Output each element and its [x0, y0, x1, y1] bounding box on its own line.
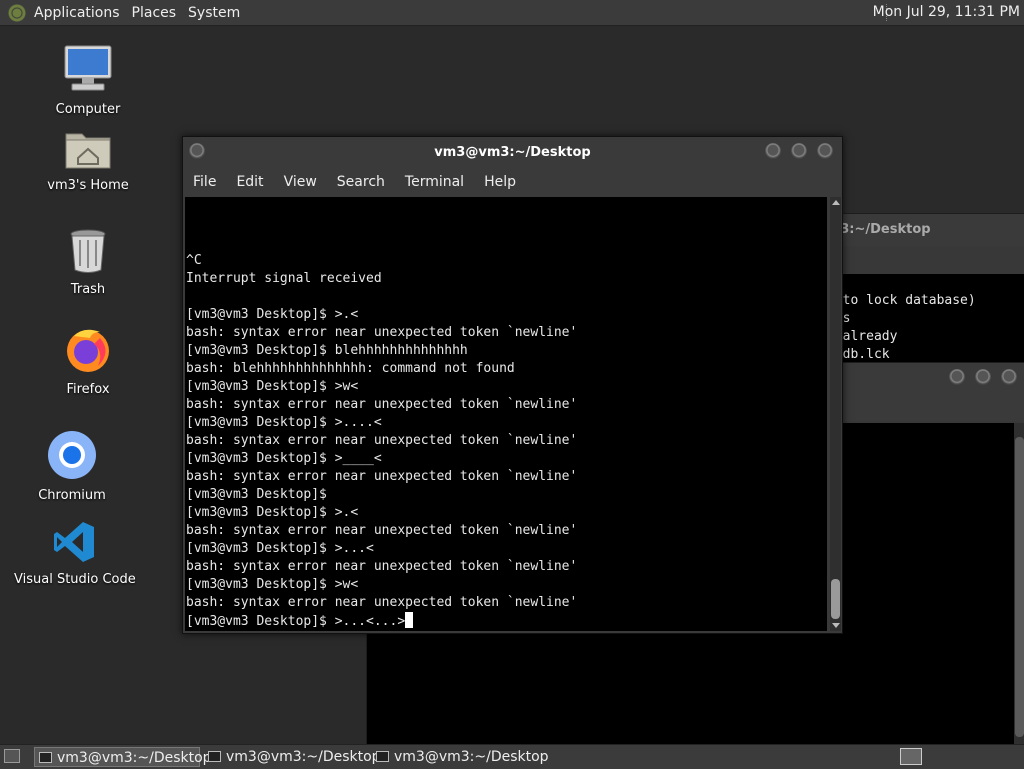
terminal-line: bash: syntax error near unexpected token…: [186, 397, 578, 412]
desktop-icon-label: Trash: [70, 282, 106, 297]
desktop-icon-vscode[interactable]: Visual Studio Code: [14, 520, 136, 587]
terminal-area[interactable]: ^C Interrupt signal received [vm3@vm3 De…: [185, 197, 827, 631]
window-title: vm3@vm3:~/Desktop: [434, 145, 591, 160]
terminal-line: e to lock database): [827, 293, 976, 308]
taskbar-item-label: vm3@vm3:~/Desktop: [226, 749, 381, 765]
show-desktop-icon[interactable]: [4, 749, 20, 763]
terminal-text: ^C Interrupt signal received [vm3@vm3 De…: [186, 252, 577, 631]
scroll-thumb[interactable]: [831, 579, 840, 619]
terminal-line: bash: syntax error near unexpected token…: [186, 523, 578, 538]
taskbar-item-label: vm3@vm3:~/Desktop: [57, 750, 212, 766]
menu-search[interactable]: Search: [327, 171, 395, 193]
maximize-button[interactable]: [975, 369, 991, 385]
terminal-line: bash: syntax error near unexpected token…: [186, 559, 578, 574]
menu-system[interactable]: System: [182, 5, 246, 21]
taskbar-item[interactable]: vm3@vm3:~/Desktop: [204, 747, 381, 767]
desktop-icon-label: Chromium: [38, 488, 106, 503]
desktop-icon-label: Visual Studio Code: [14, 572, 136, 587]
terminal-line: Interrupt signal received: [186, 271, 382, 286]
window-title: n3:~/Desktop: [831, 222, 931, 237]
window-menu-button[interactable]: [189, 143, 205, 159]
top-panel: Applications Places System Mon Jul 29, 1…: [0, 0, 1024, 26]
scroll-down-arrow-icon[interactable]: [832, 623, 840, 628]
minimize-button[interactable]: [765, 143, 781, 159]
terminal-line: bash: syntax error near unexpected token…: [186, 595, 578, 610]
terminal-line: [vm3@vm3 Desktop]$: [186, 487, 327, 502]
terminal-line: ^C: [186, 253, 202, 268]
desktop-icon-home[interactable]: vm3's Home: [40, 128, 136, 193]
home-folder-icon: [65, 133, 111, 169]
desktop-icon-computer[interactable]: Computer: [50, 44, 126, 117]
main-terminal-window[interactable]: vm3@vm3:~/Desktop File Edit View Search …: [182, 136, 843, 634]
vscode-icon: [54, 522, 94, 562]
scroll-up-arrow-icon[interactable]: [832, 200, 840, 205]
terminal-line: [vm3@vm3 Desktop]$ >.<: [186, 505, 359, 520]
desktop-icon-firefox[interactable]: Firefox: [50, 326, 126, 397]
terminal-line: [vm3@vm3 Desktop]$ >w<: [186, 577, 359, 592]
taskbar-item-label: vm3@vm3:~/Desktop: [394, 749, 549, 765]
desktop-icon-label: vm3's Home: [47, 178, 129, 193]
desktop-icon-chromium[interactable]: Chromium: [30, 430, 114, 503]
chromium-icon: [48, 431, 96, 479]
text-cursor: [405, 612, 414, 628]
maximize-button[interactable]: [791, 143, 807, 159]
terminal-line: bash: syntax error near unexpected token…: [186, 433, 578, 448]
titlebar[interactable]: vm3@vm3:~/Desktop: [183, 137, 842, 167]
menu-view[interactable]: View: [274, 171, 327, 193]
scrollbar[interactable]: [1014, 423, 1024, 745]
trash-icon: [70, 229, 106, 273]
close-button[interactable]: [817, 143, 833, 159]
terminal-icon: [39, 752, 52, 763]
menu-applications[interactable]: Applications: [28, 5, 126, 21]
close-button[interactable]: [1001, 369, 1017, 385]
terminal-text: e to lock database) sts t already n/db.l…: [827, 292, 976, 364]
menu-file[interactable]: File: [183, 171, 226, 193]
terminal-line: [vm3@vm3 Desktop]$ >...<: [186, 541, 374, 556]
terminal-icon: [208, 751, 221, 762]
scrollbar[interactable]: [830, 197, 841, 631]
scroll-thumb[interactable]: [1015, 437, 1024, 737]
terminal-line: bash: blehhhhhhhhhhhhhh: command not fou…: [186, 361, 515, 376]
terminal-line: bash: syntax error near unexpected token…: [186, 469, 578, 484]
taskbar-item[interactable]: vm3@vm3:~/Desktop: [34, 747, 212, 767]
taskbar: vm3@vm3:~/Desktop vm3@vm3:~/Desktop vm3@…: [0, 744, 1024, 769]
panel-clock[interactable]: Mon Jul 29, 11:31 PM: [873, 4, 1020, 20]
terminal-line: [vm3@vm3 Desktop]$ blehhhhhhhhhhhhhh: [186, 343, 468, 358]
desktop-icon-trash[interactable]: Trash: [50, 228, 126, 297]
terminal-line: [vm3@vm3 Desktop]$ >....<: [186, 415, 382, 430]
terminal-line: [vm3@vm3 Desktop]$ >____<: [186, 451, 382, 466]
terminal-line: [vm3@vm3 Desktop]$ >.<: [186, 307, 359, 322]
menu-edit[interactable]: Edit: [226, 171, 273, 193]
computer-icon: [64, 45, 112, 91]
minimize-button[interactable]: [949, 369, 965, 385]
terminal-line: bash: syntax error near unexpected token…: [186, 325, 578, 340]
distro-logo-icon[interactable]: [8, 3, 26, 22]
terminal-prompt-line: [vm3@vm3 Desktop]$ >...<...>: [186, 614, 406, 629]
menubar: File Edit View Search Terminal Help: [183, 171, 526, 193]
taskbar-item[interactable]: vm3@vm3:~/Desktop: [372, 747, 549, 767]
workspace-switcher-icon[interactable]: [900, 748, 922, 765]
terminal-icon: [376, 751, 389, 762]
firefox-icon: [67, 329, 109, 372]
menu-help[interactable]: Help: [474, 171, 526, 193]
desktop-icon-label: Computer: [55, 102, 121, 117]
desktop-icon-label: Firefox: [66, 382, 110, 397]
terminal-line: [vm3@vm3 Desktop]$ >w<: [186, 379, 359, 394]
menu-terminal[interactable]: Terminal: [395, 171, 474, 193]
menu-places[interactable]: Places: [126, 5, 183, 21]
